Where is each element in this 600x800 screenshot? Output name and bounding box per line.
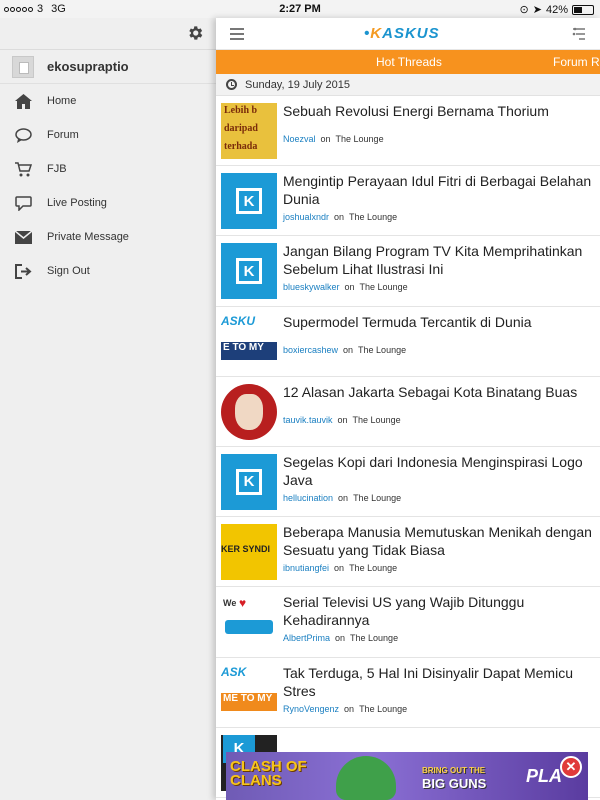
username: ekosupraptio: [47, 59, 129, 74]
thread-title[interactable]: Serial Televisi US yang Wajib Ditunggu K…: [283, 593, 592, 629]
thread-title[interactable]: Sebuah Revolusi Energi Bernama Thorium: [283, 102, 592, 120]
sidebar-item-label: Live Posting: [47, 197, 107, 209]
thread-author[interactable]: Noezval: [283, 134, 316, 144]
thread-title[interactable]: Mengintip Perayaan Idul Fitri di Berbaga…: [283, 172, 592, 208]
app-header: •KASKUS: [216, 18, 600, 50]
thread-thumbnail: KER SYNDI: [221, 524, 277, 581]
thread-author[interactable]: blueskywalker: [283, 282, 340, 292]
sidebar: ekosupraptio Home Forum FJB Live Posting: [0, 18, 216, 800]
thread-title[interactable]: 12 Alasan Jakarta Sebagai Kota Binatang …: [283, 383, 592, 401]
thread-thumbnail: [221, 383, 277, 440]
thread-title[interactable]: Segelas Kopi dari Indonesia Menginspiras…: [283, 453, 592, 489]
speech-bubble-icon: [14, 195, 32, 211]
kaskus-k-icon: K: [236, 188, 262, 215]
kaskus-k-icon: K: [236, 258, 262, 285]
thread-thumbnail: K: [221, 173, 277, 230]
filter-icon[interactable]: [572, 27, 586, 41]
sidebar-item-sign-out[interactable]: Sign Out: [0, 254, 216, 288]
avatar: [12, 55, 34, 78]
tab-forum-recent[interactable]: Forum Re: [553, 55, 600, 69]
thread-title[interactable]: Beberapa Manusia Memutuskan Menikah deng…: [283, 523, 592, 559]
tab-hot-threads[interactable]: Hot Threads: [376, 55, 442, 69]
sidebar-item-fjb[interactable]: FJB: [0, 152, 216, 186]
sidebar-item-label: Sign Out: [47, 265, 90, 277]
tab-bar: Hot Threads Forum Re: [216, 50, 600, 74]
list-item[interactable]: We ♥ Serial Televisi US yang Wajib Ditun…: [216, 587, 600, 658]
ad-play-button[interactable]: PLA: [526, 766, 562, 787]
thread-title[interactable]: Jangan Bilang Program TV Kita Memprihati…: [283, 242, 592, 278]
sign-out-icon: [14, 263, 32, 279]
thread-forum[interactable]: The Lounge: [349, 212, 397, 222]
clock-icon: [226, 79, 237, 90]
ad-banner[interactable]: CLASH OF CLANS BRING OUT THE BIG GUNS PL…: [226, 752, 588, 800]
thread-author[interactable]: RynoVengenz: [283, 704, 339, 714]
thread-thumbnail: K: [221, 243, 277, 300]
clock-time: 2:27 PM: [279, 3, 321, 15]
sidebar-item-label: Home: [47, 95, 77, 107]
list-item[interactable]: KER SYNDI Beberapa Manusia Memutuskan Me…: [216, 517, 600, 588]
list-item[interactable]: 12 Alasan Jakarta Sebagai Kota Binatang …: [216, 377, 600, 447]
thread-forum[interactable]: The Lounge: [358, 345, 406, 355]
cart-icon: [14, 161, 32, 177]
list-item[interactable]: K Jangan Bilang Program TV Kita Mempriha…: [216, 236, 600, 307]
thread-thumbnail: ASK ME TO MY: [221, 664, 277, 721]
ad-tagline: BRING OUT THE BIG GUNS: [422, 766, 487, 791]
sidebar-item-label: FJB: [47, 163, 67, 175]
thread-author[interactable]: tauvik.tauvik: [283, 415, 333, 425]
chat-bubble-icon: [14, 127, 32, 143]
thread-thumbnail: K: [221, 453, 277, 510]
list-item[interactable]: ASK ME TO MY Tak Terduga, 5 Hal Ini Disi…: [216, 658, 600, 728]
user-profile[interactable]: ekosupraptio: [0, 50, 216, 84]
list-item[interactable]: K Mengintip Perayaan Idul Fitri di Berba…: [216, 166, 600, 237]
home-icon: [14, 93, 32, 109]
sidebar-item-label: Private Message: [47, 231, 129, 243]
thread-author[interactable]: ibnutiangfei: [283, 563, 329, 573]
sidebar-item-forum[interactable]: Forum: [0, 118, 216, 152]
ad-game-title: CLASH OF CLANS: [230, 758, 307, 789]
list-item[interactable]: K Segelas Kopi dari Indonesia Menginspir…: [216, 447, 600, 518]
thread-list: Lebih b daripad terhada Sebuah Revolusi …: [216, 96, 600, 798]
sidebar-top: [0, 18, 216, 50]
heart-icon: ♥: [239, 596, 247, 611]
location-icon: ➤: [532, 4, 542, 16]
sidebar-item-private-message[interactable]: Private Message: [0, 220, 216, 254]
sidebar-item-home[interactable]: Home: [0, 84, 216, 118]
thread-forum[interactable]: The Lounge: [350, 633, 398, 643]
thread-forum[interactable]: The Lounge: [353, 493, 401, 503]
thread-forum[interactable]: The Lounge: [359, 704, 407, 714]
thread-author[interactable]: joshualxndr: [283, 212, 329, 222]
thread-author[interactable]: hellucination: [283, 493, 333, 503]
thread-forum[interactable]: The Lounge: [360, 282, 408, 292]
date-header: Sunday, 19 July 2015: [216, 74, 600, 96]
status-bar: 3 3G 2:27 PM ⊙ ➤ 42%: [0, 0, 600, 18]
battery-percent: 42%: [545, 3, 568, 16]
close-icon[interactable]: ✕: [560, 756, 582, 778]
lock-rotation-icon: ⊙: [519, 4, 529, 16]
date-label: Sunday, 19 July 2015: [245, 78, 350, 91]
thread-thumbnail: Lebih b daripad terhada: [221, 103, 277, 159]
thread-author[interactable]: boxiercashew: [283, 345, 338, 355]
thread-title[interactable]: Tak Terduga, 5 Hal Ini Disinyalir Dapat …: [283, 664, 592, 700]
sidebar-item-label: Forum: [47, 129, 79, 141]
sidebar-menu: Home Forum FJB Live Posting Private Mess…: [0, 84, 216, 288]
battery-icon: [572, 4, 594, 15]
kaskus-logo[interactable]: •KASKUS: [364, 25, 440, 42]
hamburger-menu-icon[interactable]: [230, 28, 244, 40]
thread-thumbnail: We ♥: [221, 594, 277, 651]
kaskus-k-icon: K: [236, 468, 262, 495]
thread-author[interactable]: AlbertPrima: [283, 633, 330, 643]
status-right: ⊙ ➤ 42%: [520, 3, 594, 16]
thread-forum[interactable]: The Lounge: [336, 134, 384, 144]
thread-forum[interactable]: The Lounge: [353, 415, 401, 425]
sidebar-item-live-posting[interactable]: Live Posting: [0, 186, 216, 220]
thread-thumbnail: ASKU E TO MY: [221, 313, 277, 370]
list-item[interactable]: ASKU E TO MY Supermodel Termuda Tercanti…: [216, 307, 600, 377]
gear-icon[interactable]: [186, 24, 204, 42]
envelope-icon: [14, 229, 32, 245]
main-panel: •KASKUS Hot Threads Forum Re Sunday, 19 …: [216, 18, 600, 800]
list-item[interactable]: Lebih b daripad terhada Sebuah Revolusi …: [216, 96, 600, 167]
ad-character-image: [336, 756, 396, 800]
thread-forum[interactable]: The Lounge: [349, 563, 397, 573]
thread-title[interactable]: Supermodel Termuda Tercantik di Dunia: [283, 313, 592, 331]
